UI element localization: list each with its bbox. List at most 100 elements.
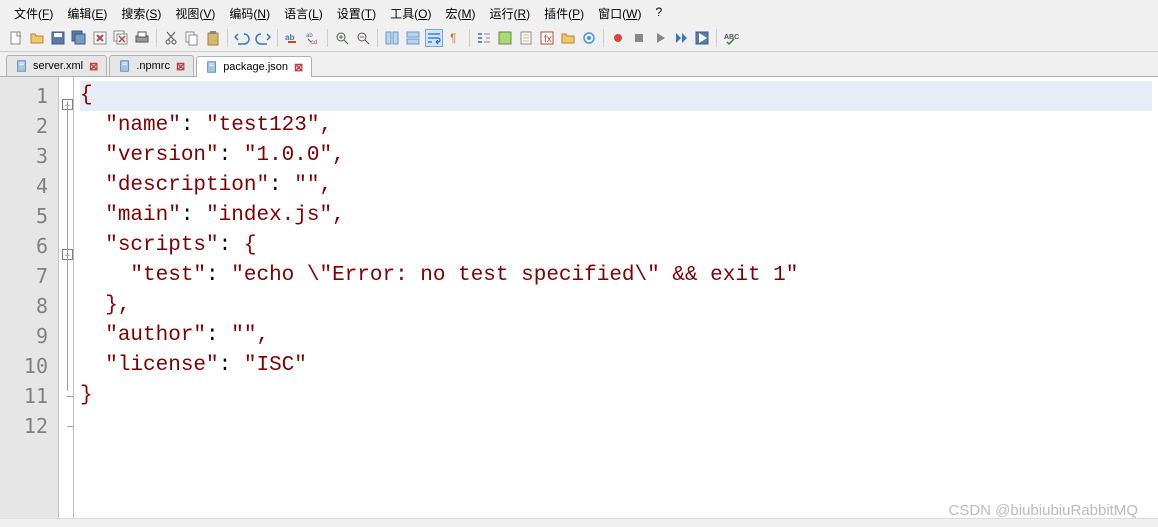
tab--npmrc[interactable]: .npmrc ⊠ [109,55,194,76]
line-number: 5 [0,201,48,231]
line-number: 4 [0,171,48,201]
tab-server-xml[interactable]: server.xml ⊠ [6,55,107,76]
toolbar-separator [227,29,228,47]
svg-text:cd: cd [311,40,317,46]
toolbar-separator [277,29,278,47]
line-number: 9 [0,321,48,351]
indent-guide-icon[interactable] [475,29,493,47]
word-wrap-icon[interactable] [425,29,443,47]
cut-icon[interactable] [162,29,180,47]
menu-E[interactable]: 编辑(E) [61,3,113,24]
undo-icon[interactable] [233,29,251,47]
code-line[interactable]: "license": "ISC" [80,351,1152,381]
save-macro-icon[interactable] [693,29,711,47]
toolbar-separator [327,29,328,47]
play-icon[interactable] [651,29,669,47]
close-icon[interactable] [91,29,109,47]
svg-text:ab: ab [306,33,313,39]
menu-S[interactable]: 搜索(S) [115,3,167,24]
code-line[interactable]: "version": "1.0.0", [80,141,1152,171]
fold-column: −− [58,77,74,518]
line-number-gutter: 123456789101112 [0,77,58,518]
save-all-icon[interactable] [70,29,88,47]
menu-T[interactable]: 设置(T) [331,3,382,24]
tab-package-json[interactable]: package.json ⊠ [196,56,312,77]
line-number: 3 [0,141,48,171]
function-list-icon[interactable]: fx [538,29,556,47]
close-tab-icon[interactable]: ⊠ [294,61,303,74]
paste-icon[interactable] [204,29,222,47]
show-all-chars-icon[interactable]: ¶ [446,29,464,47]
code-line[interactable]: "main": "index.js", [80,201,1152,231]
line-number: 12 [0,411,48,441]
menu-L[interactable]: 语言(L) [278,3,329,24]
monitor-icon[interactable] [580,29,598,47]
svg-text:ABC: ABC [724,34,739,41]
line-number: 1 [0,81,48,111]
tab-bar: server.xml ⊠ .npmrc ⊠ package.json ⊠ [0,52,1158,77]
tab-label: server.xml [33,60,83,72]
toolbar-separator [469,29,470,47]
code-line[interactable]: { [80,81,1152,111]
stop-icon[interactable] [630,29,648,47]
tab-label: .npmrc [136,60,170,72]
menu-M[interactable]: 宏(M) [439,3,481,24]
code-line[interactable]: "description": "", [80,171,1152,201]
line-number: 11 [0,381,48,411]
editor-area: 123456789101112 −− { "name": "test123", … [0,77,1158,519]
open-folder-icon[interactable] [28,29,46,47]
menu-F[interactable]: 文件(F) [8,3,59,24]
tab-label: package.json [223,61,288,73]
zoom-out-icon[interactable] [354,29,372,47]
print-icon[interactable] [133,29,151,47]
redo-icon[interactable] [254,29,272,47]
user-lang-icon[interactable] [496,29,514,47]
close-all-icon[interactable] [112,29,130,47]
watermark: CSDN @biubiubiuRabbitMQ [949,502,1138,519]
copy-icon[interactable] [183,29,201,47]
toolbar: ab abcd ¶ fx ABC [0,26,1158,52]
replace-icon[interactable]: abcd [304,29,322,47]
sync-h-icon[interactable] [404,29,422,47]
code-line[interactable]: "test": "echo \"Error: no test specified… [80,261,1152,291]
menu-N[interactable]: 编码(N) [223,3,276,24]
spell-check-icon[interactable]: ABC [722,29,740,47]
toolbar-separator [716,29,717,47]
line-number: 8 [0,291,48,321]
line-number: 10 [0,351,48,381]
svg-text:ab: ab [285,33,294,42]
record-icon[interactable] [609,29,627,47]
find-icon[interactable]: ab [283,29,301,47]
toolbar-separator [377,29,378,47]
menu-P[interactable]: 插件(P) [538,3,590,24]
menu-R[interactable]: 运行(R) [483,3,536,24]
new-file-icon[interactable] [7,29,25,47]
menu-help[interactable]: ? [649,3,668,24]
code-line[interactable]: }, [80,291,1152,321]
folder-icon2[interactable] [559,29,577,47]
code-line[interactable]: } [80,381,1152,411]
menu-W[interactable]: 窗口(W) [592,3,647,24]
menu-O[interactable]: 工具(O) [384,3,437,24]
svg-text:¶: ¶ [450,31,456,45]
zoom-in-icon[interactable] [333,29,351,47]
close-tab-icon[interactable]: ⊠ [89,60,98,73]
code-line[interactable]: "author": "", [80,321,1152,351]
code-line[interactable]: "scripts": { [80,231,1152,261]
menu-V[interactable]: 视图(V) [169,3,221,24]
sync-v-icon[interactable] [383,29,401,47]
code-area[interactable]: { "name": "test123", "version": "1.0.0",… [74,77,1158,518]
line-number: 2 [0,111,48,141]
menu-bar: 文件(F)编辑(E)搜索(S)视图(V)编码(N)语言(L)设置(T)工具(O)… [0,0,1158,26]
save-icon[interactable] [49,29,67,47]
code-line[interactable]: "name": "test123", [80,111,1152,141]
fast-forward-icon[interactable] [672,29,690,47]
close-tab-icon[interactable]: ⊠ [176,60,185,73]
code-line[interactable] [80,411,1152,441]
toolbar-separator [603,29,604,47]
svg-text:fx: fx [544,34,552,45]
doc-map-icon[interactable] [517,29,535,47]
line-number: 6 [0,231,48,261]
line-number: 7 [0,261,48,291]
toolbar-separator [156,29,157,47]
